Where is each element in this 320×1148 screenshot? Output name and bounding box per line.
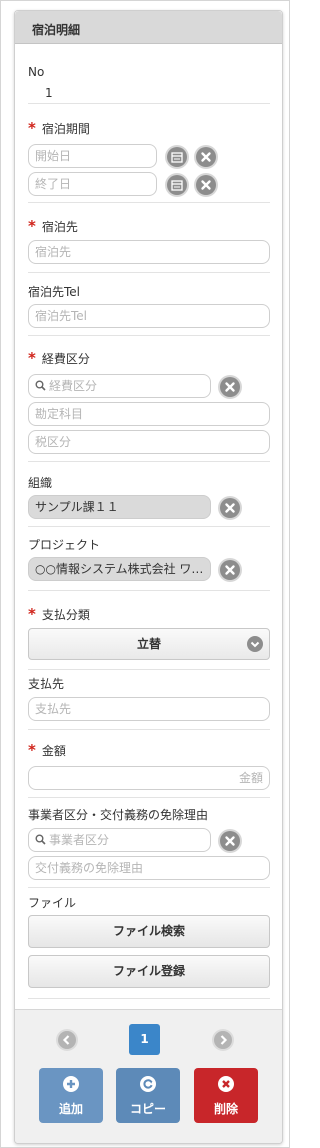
panel-title: 宿泊明細 xyxy=(32,23,81,37)
chevron-down-icon xyxy=(247,636,263,652)
required-mark: * xyxy=(28,741,36,759)
clear-icon[interactable] xyxy=(220,498,240,518)
divider xyxy=(28,272,270,273)
tax-field[interactable]: 税区分 xyxy=(28,430,270,454)
business-search-field[interactable]: 事業者区分 xyxy=(28,828,211,852)
calendar-icon[interactable] xyxy=(167,147,187,167)
project-label: プロジェクト xyxy=(28,538,101,552)
destination-label: * 宿泊先 xyxy=(28,217,78,235)
refresh-icon xyxy=(140,1076,156,1092)
destination-label-text: 宿泊先 xyxy=(41,220,78,234)
destination-tel-field[interactable]: 宿泊先Tel xyxy=(28,304,270,328)
business-placeholder: 事業者区分 xyxy=(49,833,110,847)
divider xyxy=(28,998,270,999)
divider xyxy=(28,887,270,888)
plus-icon xyxy=(63,1076,79,1092)
organization-label: 組織 xyxy=(28,476,53,490)
next-page-icon[interactable] xyxy=(214,1031,232,1049)
divider xyxy=(28,797,270,798)
close-icon xyxy=(218,1076,234,1092)
end-date-field[interactable]: 終了日 xyxy=(28,172,157,196)
period-label-text: 宿泊期間 xyxy=(41,122,90,136)
no-value: 1 xyxy=(45,86,53,100)
divider xyxy=(28,729,270,730)
calendar-icon[interactable] xyxy=(167,175,187,195)
required-mark: * xyxy=(28,217,36,235)
add-button[interactable]: 追加 xyxy=(39,1068,103,1123)
expense-placeholder: 経費区分 xyxy=(49,379,98,393)
clear-icon[interactable] xyxy=(220,831,240,851)
clear-icon[interactable] xyxy=(220,377,240,397)
period-label: * 宿泊期間 xyxy=(28,119,90,137)
divider xyxy=(28,461,270,462)
divider xyxy=(28,202,270,203)
expense-label-text: 経費区分 xyxy=(41,352,90,366)
destination-field[interactable]: 宿泊先 xyxy=(28,240,270,264)
current-page[interactable]: 1 xyxy=(129,1024,160,1055)
exemption-reason-field[interactable]: 交付義務の免除理由 xyxy=(28,856,270,880)
lodging-detail-panel: 宿泊明細 No 1 * 宿泊期間 開始日 終了日 * 宿泊先 宿泊先 宿泊先Tel … xyxy=(14,10,283,1144)
panel-footer: 1 追加 コピー 削除 xyxy=(15,1009,282,1143)
start-date-field[interactable]: 開始日 xyxy=(28,144,157,168)
copy-button-label: コピー xyxy=(129,1102,166,1116)
search-icon xyxy=(35,830,46,852)
amount-label-text: 金額 xyxy=(41,744,66,758)
account-field[interactable]: 勘定科目 xyxy=(28,402,270,426)
destination-tel-label: 宿泊先Tel xyxy=(28,285,81,299)
search-icon xyxy=(35,376,46,398)
divider xyxy=(28,335,270,336)
divider xyxy=(28,669,270,670)
file-register-button[interactable]: ファイル登録 xyxy=(28,955,270,988)
delete-button[interactable]: 削除 xyxy=(194,1068,258,1123)
panel-header: 宿泊明細 xyxy=(15,11,282,44)
copy-button[interactable]: コピー xyxy=(116,1068,180,1123)
no-label: No xyxy=(28,65,45,79)
delete-button-label: 削除 xyxy=(213,1102,238,1116)
clear-icon[interactable] xyxy=(220,560,240,580)
payee-field[interactable]: 支払先 xyxy=(28,697,270,721)
file-search-button[interactable]: ファイル検索 xyxy=(28,915,270,948)
page-frame: 宿泊明細 No 1 * 宿泊期間 開始日 終了日 * 宿泊先 宿泊先 宿泊先Tel … xyxy=(0,0,290,1148)
payee-label: 支払先 xyxy=(28,677,65,691)
divider xyxy=(28,103,270,104)
expense-label: * 経費区分 xyxy=(28,349,90,367)
amount-label: * 金額 xyxy=(28,741,66,759)
file-label: ファイル xyxy=(28,896,77,910)
payment-type-label: * 支払分類 xyxy=(28,605,90,623)
organization-field[interactable]: サンプル課１１ xyxy=(28,495,211,519)
prev-page-icon[interactable] xyxy=(58,1031,76,1049)
divider xyxy=(28,526,270,527)
business-label: 事業者区分・交付義務の免除理由 xyxy=(28,808,209,822)
required-mark: * xyxy=(28,605,36,623)
payment-type-label-text: 支払分類 xyxy=(41,608,90,622)
payment-type-select[interactable]: 立替 xyxy=(28,628,270,660)
divider xyxy=(28,590,270,591)
amount-field[interactable]: 金額 xyxy=(28,766,270,790)
clear-icon[interactable] xyxy=(196,175,216,195)
add-button-label: 追加 xyxy=(58,1102,83,1116)
required-mark: * xyxy=(28,349,36,367)
payment-type-value: 立替 xyxy=(136,637,161,651)
clear-icon[interactable] xyxy=(196,147,216,167)
required-mark: * xyxy=(28,119,36,137)
project-field[interactable]: ○○情報システム株式会社 ワ… xyxy=(28,557,211,581)
expense-search-field[interactable]: 経費区分 xyxy=(28,374,211,398)
